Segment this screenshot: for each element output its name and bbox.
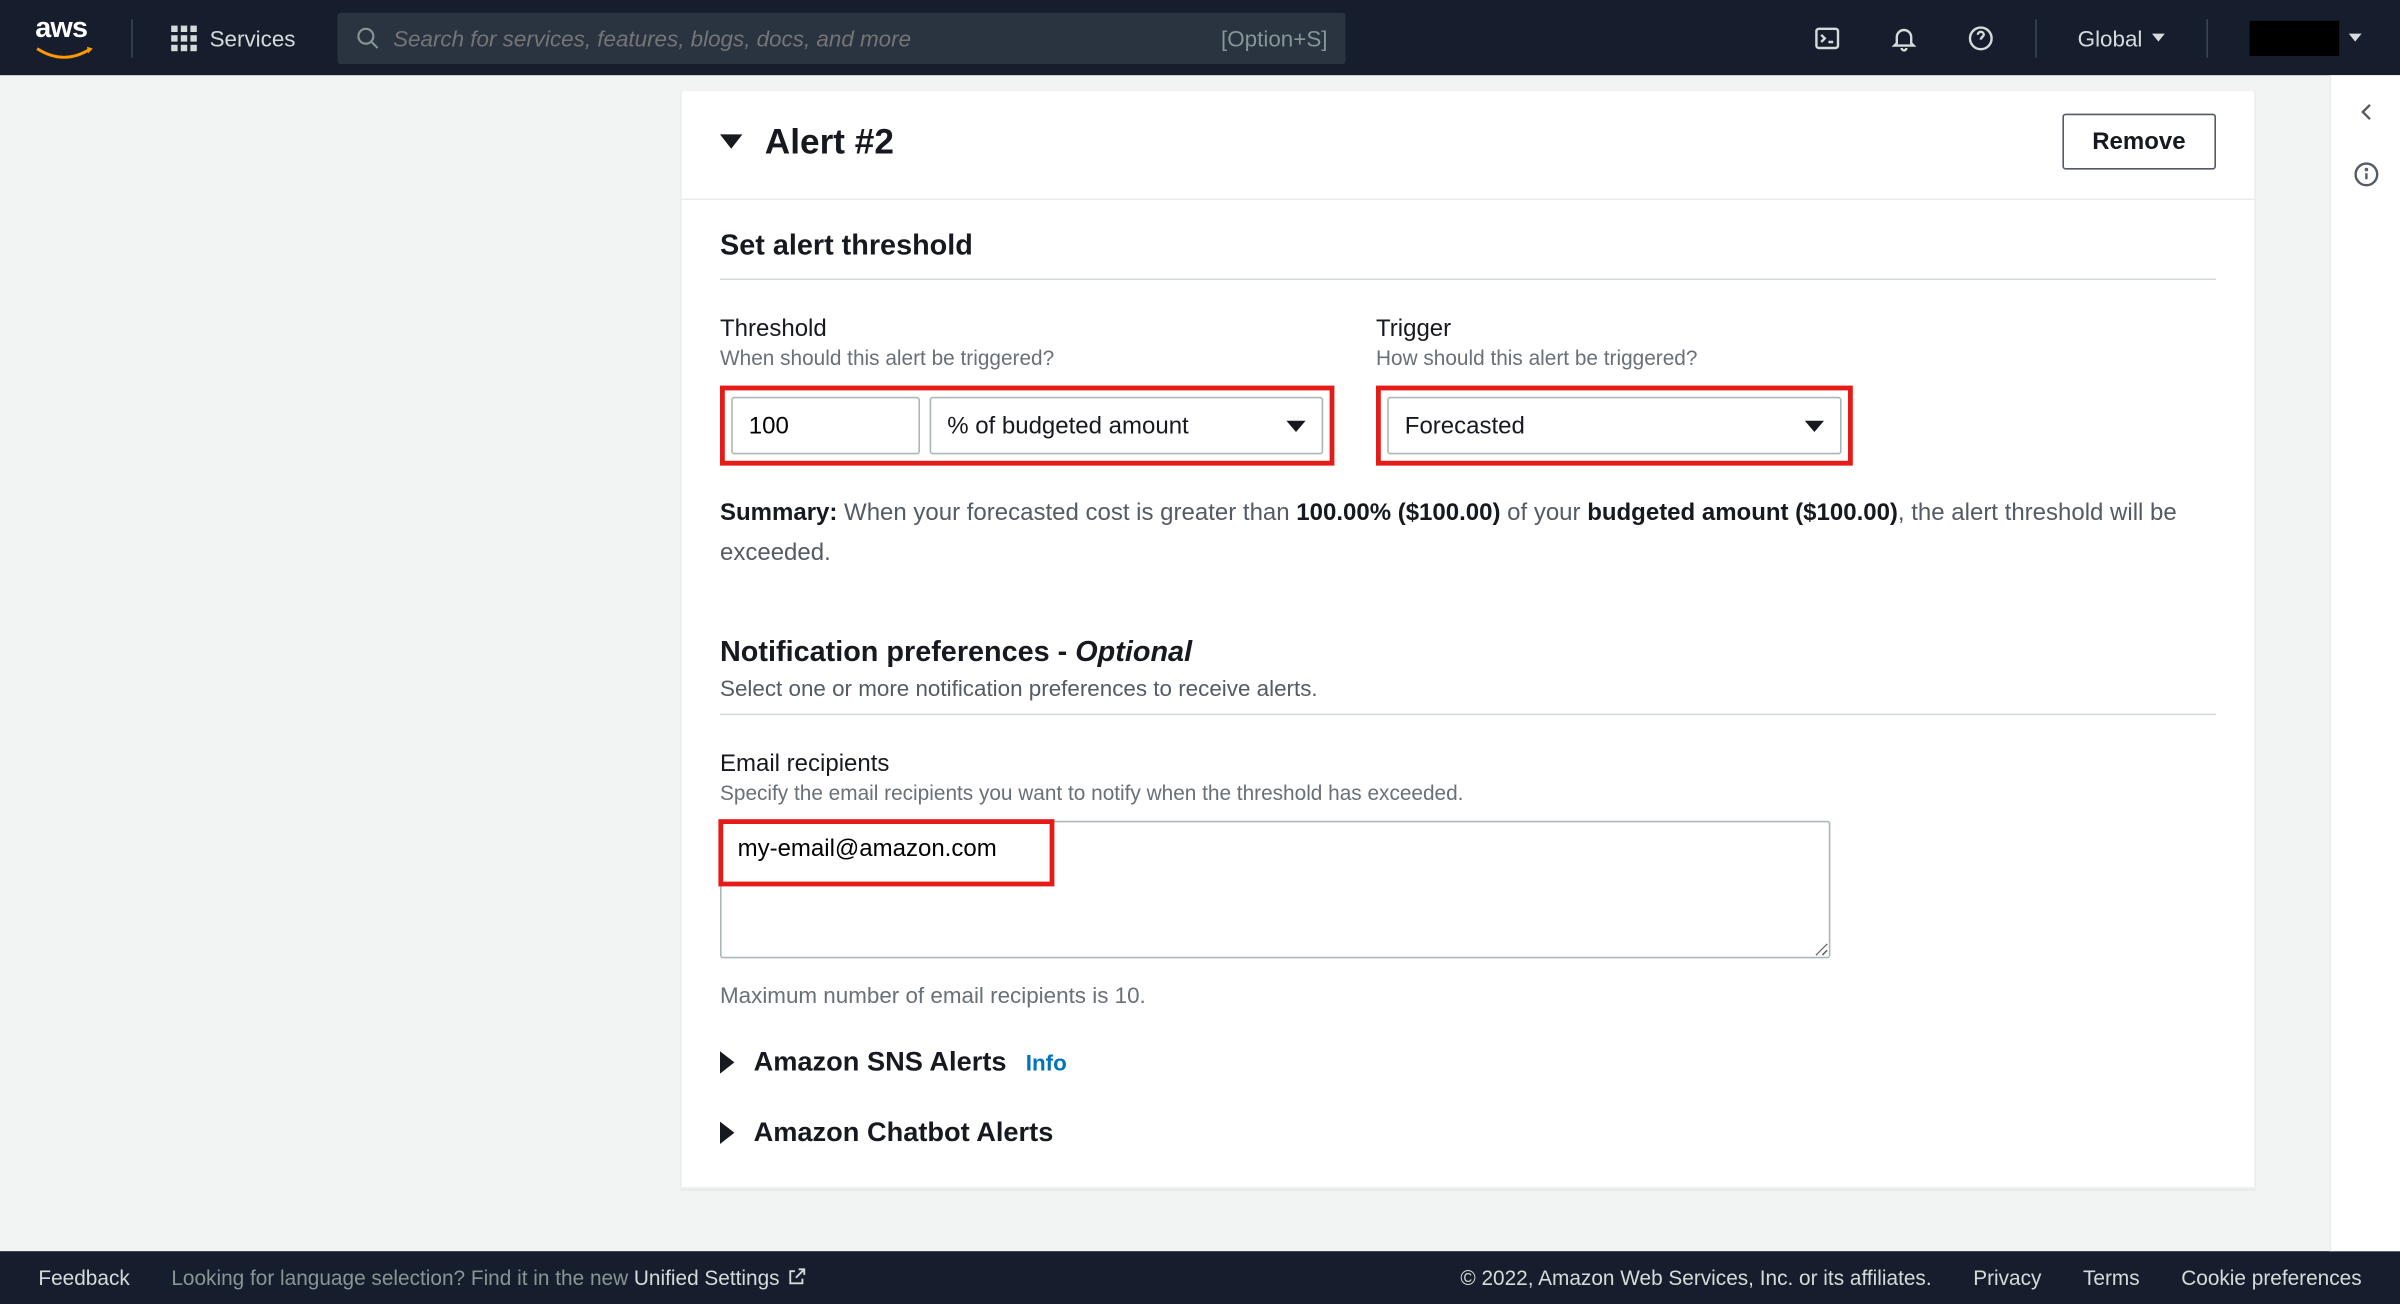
- threshold-label: Threshold: [720, 315, 1334, 342]
- privacy-link[interactable]: Privacy: [1973, 1266, 2041, 1290]
- trigger-field-group: Trigger How should this alert be trigger…: [1376, 315, 1872, 465]
- cookie-preferences-link[interactable]: Cookie preferences: [2181, 1266, 2361, 1290]
- search-icon: [355, 25, 381, 51]
- threshold-summary: Summary: When your forecasted cost is gr…: [720, 494, 2216, 573]
- trigger-value: Forecasted: [1405, 412, 1525, 439]
- copyright-text: © 2022, Amazon Web Services, Inc. or its…: [1460, 1266, 1931, 1290]
- section-title-notifications: Notification preferences - Optional: [720, 634, 2216, 668]
- chevron-left-icon: [2351, 98, 2380, 127]
- top-nav: aws Services [Option+S]: [0, 0, 2400, 75]
- threshold-unit-value: % of budgeted amount: [947, 412, 1189, 439]
- terms-link[interactable]: Terms: [2083, 1266, 2140, 1290]
- trigger-label: Trigger: [1376, 315, 1872, 342]
- chevron-down-icon: [2152, 34, 2165, 42]
- threshold-highlight: % of budgeted amount: [720, 386, 1334, 466]
- cloudshell-icon: [1812, 23, 1841, 52]
- chevron-right-icon: [720, 1050, 734, 1072]
- chevron-right-icon: [720, 1121, 734, 1143]
- threshold-field-group: Threshold When should this alert be trig…: [720, 315, 1334, 465]
- collapse-toggle[interactable]: [720, 134, 742, 148]
- nav-divider: [131, 18, 133, 56]
- info-icon: [2351, 160, 2380, 189]
- cloudshell-button[interactable]: [1794, 6, 1858, 70]
- grid-icon: [171, 25, 197, 51]
- search-box[interactable]: [Option+S]: [337, 12, 1345, 63]
- services-button[interactable]: Services: [155, 25, 311, 51]
- notifications-subtitle: Select one or more notification preferen…: [720, 674, 2216, 700]
- chevron-down-icon: [1805, 420, 1824, 431]
- email-recipients-input[interactable]: [720, 820, 1830, 958]
- account-redacted: [2250, 20, 2340, 55]
- rail-info-button[interactable]: [2351, 160, 2380, 197]
- notifications-button[interactable]: [1871, 6, 1935, 70]
- section-title-threshold: Set alert threshold: [720, 229, 2216, 263]
- unified-settings-link[interactable]: Unified Settings: [634, 1266, 809, 1290]
- email-max-hint: Maximum number of email recipients is 10…: [720, 982, 2216, 1008]
- trigger-select[interactable]: Forecasted: [1387, 397, 1841, 455]
- alert-title: Alert #2: [765, 121, 894, 163]
- trigger-hint: How should this alert be triggered?: [1376, 346, 1872, 370]
- right-rail: [2330, 75, 2400, 1251]
- external-link-icon: [786, 1266, 808, 1288]
- help-button[interactable]: [1948, 6, 2012, 70]
- trigger-highlight: Forecasted: [1376, 386, 1853, 466]
- email-hint: Specify the email recipients you want to…: [720, 780, 2216, 804]
- footer: Feedback Looking for language selection?…: [0, 1251, 2400, 1304]
- help-icon: [1966, 23, 1995, 52]
- chatbot-alerts-expander[interactable]: Amazon Chatbot Alerts: [720, 1116, 2216, 1148]
- region-label: Global: [2078, 25, 2143, 51]
- feedback-link[interactable]: Feedback: [38, 1266, 129, 1290]
- sns-alerts-label: Amazon SNS Alerts: [754, 1046, 1007, 1078]
- nav-divider: [2206, 18, 2208, 56]
- rail-collapse-button[interactable]: [2351, 98, 2380, 135]
- email-label: Email recipients: [720, 750, 2216, 777]
- aws-smile-icon: [35, 45, 93, 64]
- search-input[interactable]: [393, 25, 1221, 51]
- search-shortcut: [Option+S]: [1221, 25, 1327, 51]
- chevron-down-icon: [1286, 420, 1305, 431]
- aws-logo[interactable]: aws: [19, 11, 109, 64]
- language-hint: Looking for language selection? Find it …: [171, 1266, 808, 1290]
- sns-alerts-expander[interactable]: Amazon SNS Alerts Info: [720, 1046, 2216, 1078]
- threshold-hint: When should this alert be triggered?: [720, 346, 1334, 370]
- info-link[interactable]: Info: [1026, 1049, 1067, 1075]
- bell-icon: [1889, 23, 1918, 52]
- alert-card: Alert #2 Remove Set alert threshold Thre…: [680, 91, 2256, 1188]
- account-menu[interactable]: [2230, 20, 2380, 55]
- threshold-input[interactable]: [731, 397, 920, 455]
- region-selector[interactable]: Global: [2058, 25, 2184, 51]
- nav-divider: [2034, 18, 2036, 56]
- services-label: Services: [210, 25, 296, 51]
- threshold-unit-select[interactable]: % of budgeted amount: [930, 397, 1324, 455]
- chatbot-alerts-label: Amazon Chatbot Alerts: [754, 1116, 1054, 1148]
- remove-button[interactable]: Remove: [2062, 114, 2216, 170]
- chevron-down-icon: [2349, 34, 2362, 42]
